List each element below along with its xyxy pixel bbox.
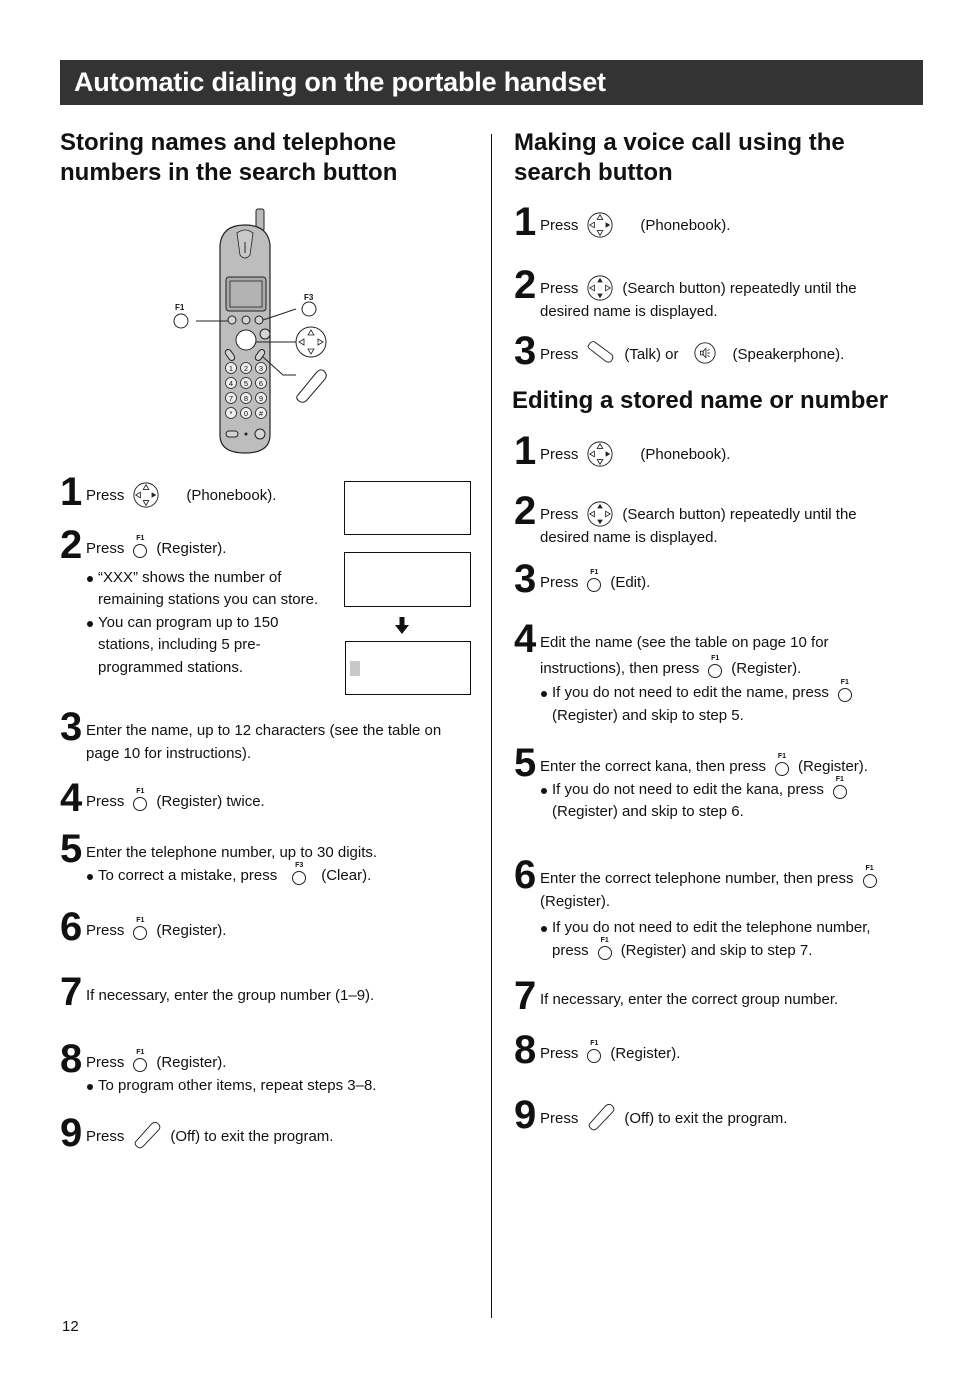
edit-step-8: 8 Press F1 (Register). [514, 1028, 681, 1072]
bullet: If you do not need to edit the kana, pre… [540, 776, 914, 824]
edit-step-3: 3 Press F1 (Edit). [514, 557, 651, 601]
keypad-key-label: 1 [229, 364, 233, 373]
keypad-key-label: 7 [229, 394, 233, 403]
keypad-key-label: 8 [244, 394, 248, 403]
keypad-key-label: 4 [229, 379, 233, 388]
store-step-6: 6 Press F1 (Register). [60, 905, 227, 949]
storing-heading: Storing names and telephone numbers in t… [60, 129, 398, 186]
f1-key-icon: F1 [586, 569, 602, 593]
keypad-key-label: * [230, 409, 233, 418]
off-key-icon [132, 1121, 162, 1149]
f3-callout-key [301, 301, 317, 317]
keypad-key-label: 2 [244, 364, 248, 373]
f3-key-icon: F3 [291, 862, 307, 886]
column-divider [491, 134, 492, 1318]
edit-step-2: 2 Press (Search button) repeatedly until … [514, 489, 857, 546]
f1-key-icon: F1 [862, 865, 878, 889]
page-banner-title: Automatic dialing on the portable handse… [60, 60, 923, 105]
bullet: If you do not need to edit the telephone… [540, 917, 914, 962]
f1-key-icon: F1 [586, 1040, 602, 1064]
f1-key-icon: F1 [132, 917, 148, 941]
lcd-display-1 [344, 481, 471, 535]
f3-callout-label: F3 [304, 293, 314, 302]
store-step-7: 7 If necessary, enter the group number (… [60, 970, 375, 1014]
talk-key-icon [586, 340, 616, 364]
search-key-icon [586, 500, 614, 528]
store-step-2: 2 Press F1 (Register). “XXX” shows the num… [60, 525, 330, 694]
edit-step-6: 6 Enter the correct telephone number, th… [514, 855, 914, 977]
edit-step-1: 1 Press (Phonebook). [514, 429, 731, 473]
f1-key-icon: F1 [597, 937, 613, 961]
f1-key-icon: F1 [132, 788, 148, 812]
edit-step-7: 7 If necessary, enter the correct group … [514, 974, 839, 1018]
f1-key-icon: F1 [832, 776, 848, 800]
keypad-key-label: 5 [244, 379, 248, 388]
store-step-3: 3 Enter the name, up to 12 characters (s… [60, 705, 442, 762]
edit-step-4: 4 Edit the name (see the table on page 1… [514, 619, 914, 742]
voice-step-1: 1 Press (Phonebook). [514, 200, 731, 244]
edit-step-5: 5 Enter the correct kana, then press F1 (R… [514, 743, 914, 839]
lcd-display-3 [345, 641, 471, 695]
page-number: 12 [62, 1318, 79, 1335]
f1-callout-key [173, 313, 189, 329]
store-step-4: 4 Press F1 (Register) twice. [60, 776, 265, 820]
bullet: If you do not need to edit the name, pre… [540, 679, 914, 727]
f1-key-icon: F1 [707, 655, 723, 679]
store-step-5: 5 Enter the telephone number, up to 30 d… [60, 829, 470, 902]
store-step-8: 8 Press F1 (Register). To program other it… [60, 1039, 470, 1112]
keypad-key-label: 9 [259, 394, 263, 403]
keypad-key-label: 0 [244, 409, 248, 418]
handset-illustration: 1 2 34 5 67 8 9* 0 # F1 F3 [173, 208, 327, 454]
f1-callout-label: F1 [175, 303, 185, 312]
navigator-key-icon [132, 481, 160, 509]
bullet: To correct a mistake, press F3 (Clear). [86, 862, 470, 888]
off-key-callout [296, 369, 327, 403]
voice-step-2: 2 Press (Search button) repeatedly until … [514, 263, 857, 320]
speakerphone-key-icon [693, 341, 717, 365]
store-step-1: 1 Press (Phonebook). [60, 470, 277, 514]
edit-step-9: 9 Press (Off) to exit the program. [514, 1093, 788, 1137]
store-step-9: 9 Press (Off) to exit the program. [60, 1111, 334, 1155]
input-cursor [350, 661, 360, 676]
lcd-display-2 [344, 552, 471, 607]
f1-key-icon: F1 [774, 753, 790, 777]
f1-key-icon: F1 [132, 1049, 148, 1073]
navigator-key-icon [586, 440, 614, 468]
editing-heading: Editing a stored name or number [512, 387, 889, 414]
navigator-callout [295, 326, 327, 358]
f1-key-icon: F1 [132, 535, 148, 559]
search-key-icon [586, 274, 614, 302]
bullet: “XXX” shows the number of remaining stat… [86, 567, 330, 612]
voice-call-heading: Making a voice call using the search but… [514, 129, 845, 186]
bullet: You can program up to 150 stations, incl… [86, 612, 330, 680]
off-key-icon [586, 1103, 616, 1131]
bullet: To program other items, repeat steps 3–8… [86, 1075, 470, 1098]
f1-key-icon: F1 [837, 679, 853, 703]
down-arrow-icon [395, 617, 409, 634]
keypad-key-label: 3 [259, 364, 263, 373]
navigator-key-icon [586, 211, 614, 239]
keypad-key-label: 6 [259, 379, 263, 388]
voice-step-3: 3 Press (Talk) or (Speakerphone). [514, 329, 845, 373]
